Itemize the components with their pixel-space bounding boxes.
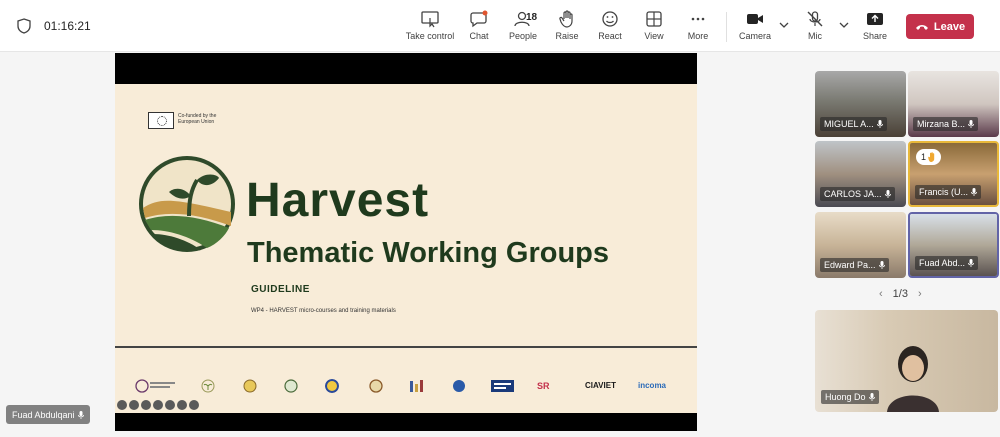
partner-logo-sr-text: SR <box>537 381 550 391</box>
partner-logo-sprout-icon <box>201 379 215 393</box>
shield-icon <box>17 18 31 34</box>
leave-button[interactable]: Leave <box>906 14 974 39</box>
pager-next-icon[interactable]: › <box>918 288 922 300</box>
pen-control-icon[interactable] <box>129 400 139 410</box>
slide-guideline-label: GUIDELINE <box>251 284 310 295</box>
take-control-button[interactable]: Take control <box>403 8 457 46</box>
partner-logo-emblem-icon <box>325 379 339 393</box>
gallery-pager: ‹ 1/3 › <box>879 288 922 300</box>
hand-icon <box>559 10 573 28</box>
toolbar-divider <box>726 12 727 42</box>
slide-title: Harvest <box>246 174 430 227</box>
mic-icon <box>971 188 977 196</box>
screen-annotation-controls <box>117 400 199 412</box>
slide-subtitle: Thematic Working Groups <box>247 237 610 269</box>
slide-divider <box>115 346 697 348</box>
featured-participant-tile[interactable]: Huong Do <box>815 310 998 412</box>
share-icon <box>867 13 883 25</box>
mic-icon <box>968 259 974 267</box>
partner-logo-ciaviet-text: CIAVIET <box>585 381 616 390</box>
mic-muted-icon <box>807 11 823 27</box>
grid-view-icon <box>646 11 662 27</box>
participant-tile[interactable]: MIGUEL A... <box>815 71 906 137</box>
partner-logo-badge-icon <box>369 379 383 393</box>
eu-cofunded-text: Co-funded by the European Union <box>178 113 217 125</box>
partner-logo-crest-icon <box>243 379 257 393</box>
raised-hand-badge: 1 <box>916 149 942 165</box>
pager-prev-icon[interactable]: ‹ <box>879 288 883 300</box>
participant-tile-selected[interactable]: Fuad Abd... <box>908 212 999 278</box>
mic-icon <box>884 190 891 198</box>
camera-control-icon[interactable] <box>165 400 175 410</box>
slide-wp4-text: WP4 - HARVEST micro-courses and training… <box>251 308 396 314</box>
chat-icon <box>470 10 488 28</box>
participant-tile-active-speaker[interactable]: 1 Francis (U... <box>908 141 999 207</box>
forward-control-icon[interactable] <box>189 400 199 410</box>
partner-logo-shield-icon <box>453 380 465 392</box>
more-icon <box>691 17 705 21</box>
eu-flag-icon <box>148 112 174 129</box>
mic-icon <box>876 120 883 128</box>
partner-logo-seal-icon <box>284 379 298 393</box>
meeting-toolbar: 01:16:21 Take control Chat 18 People Rai… <box>0 0 1000 52</box>
pager-label: 1/3 <box>892 288 908 300</box>
participant-tile[interactable]: Mirzana B... <box>908 71 999 137</box>
mic-icon <box>77 410 84 419</box>
participant-silhouette-icon <box>887 346 939 412</box>
people-count: 18 <box>526 12 538 23</box>
smiley-icon <box>602 11 618 27</box>
hand-icon <box>928 152 935 162</box>
partner-logo-incoma-text: incoma <box>638 381 667 390</box>
more-control-icon[interactable] <box>177 400 187 410</box>
take-control-icon <box>421 11 439 28</box>
hang-up-icon <box>915 24 928 30</box>
slides-control-icon[interactable] <box>153 400 163 410</box>
harvest-logo-icon <box>139 156 235 252</box>
meeting-timer: 01:16:21 <box>44 19 91 33</box>
mic-icon <box>968 120 974 128</box>
mic-button[interactable]: Mic <box>788 8 842 46</box>
presentation-slide: Co-funded by the European Union Harvest … <box>115 84 697 413</box>
mic-icon <box>868 393 875 401</box>
shared-screen: Co-funded by the European Union Harvest … <box>115 53 697 431</box>
participant-tile[interactable]: Edward Pa... <box>815 212 906 278</box>
mic-icon <box>878 261 885 269</box>
camera-icon <box>747 14 763 24</box>
back-control-icon[interactable] <box>117 400 127 410</box>
partner-logo-ul-icon <box>410 380 423 392</box>
partner-logo-blue-icon <box>491 380 514 392</box>
partner-logo-university-icon <box>135 379 175 393</box>
participant-tile[interactable]: CARLOS JA... <box>815 141 906 207</box>
share-button[interactable]: Share <box>848 8 902 46</box>
zoom-control-icon[interactable] <box>141 400 151 410</box>
more-button[interactable]: More <box>671 8 725 46</box>
camera-button[interactable]: Camera <box>728 8 782 46</box>
presenter-name-tag: Fuad Abdulqani <box>6 405 90 424</box>
